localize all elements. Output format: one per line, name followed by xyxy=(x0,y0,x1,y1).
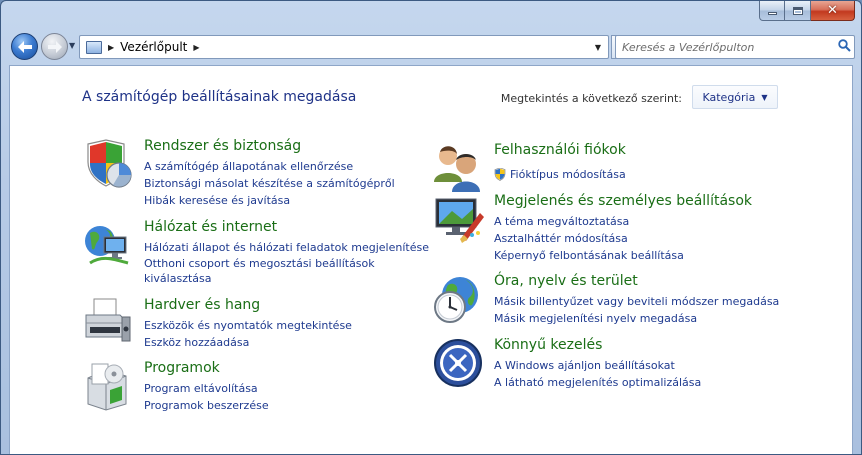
task-link[interactable]: Másik billentyűzet vagy beviteli módszer… xyxy=(494,293,779,310)
breadcrumb-control-panel[interactable]: Vezérlőpult xyxy=(120,40,187,54)
category-appearance: Megjelenés és személyes beállítások A té… xyxy=(432,193,832,263)
category-links: A számítógép állapotának ellenőrzése Biz… xyxy=(144,158,395,209)
category-title[interactable]: Hardver és hang xyxy=(144,297,260,313)
chevron-down-icon: ▼ xyxy=(761,92,768,102)
programs-box-icon xyxy=(87,363,127,411)
category-title[interactable]: Könnyű kezelés xyxy=(494,337,602,353)
task-link[interactable]: Másik megjelenítési nyelv megadása xyxy=(494,310,779,327)
task-link[interactable]: Otthoni csoport és megosztási beállításo… xyxy=(144,256,394,286)
arrow-left-icon xyxy=(17,40,32,53)
task-link[interactable]: Hálózati állapot és hálózati feladatok m… xyxy=(144,239,429,256)
task-link[interactable]: Program eltávolítása xyxy=(144,380,269,397)
task-link[interactable]: A Windows ajánljon beállításokat xyxy=(494,357,701,374)
category-links: Másik billentyűzet vagy beviteli módszer… xyxy=(494,293,779,327)
task-link[interactable]: A téma megváltoztatása xyxy=(494,213,684,230)
category-title[interactable]: Megjelenés és személyes beállítások xyxy=(494,193,752,209)
close-button[interactable]: ✕ xyxy=(811,1,855,21)
network-globe-icon xyxy=(85,226,129,265)
address-dropdown-button[interactable]: ▼ xyxy=(588,36,608,58)
chevron-down-icon: ▼ xyxy=(69,41,76,50)
category-system-security: Rendszer és biztonság A számítógép állap… xyxy=(82,138,422,208)
search-box xyxy=(615,35,855,59)
task-link[interactable]: Eszköz hozzáadása xyxy=(144,334,352,351)
task-link[interactable]: Hibák keresése és javítása xyxy=(144,192,395,209)
task-link[interactable]: A látható megjelenítés optimalizálása xyxy=(494,374,701,391)
breadcrumb-separator-icon[interactable]: ▶ xyxy=(193,43,199,52)
category-title[interactable]: Felhasználói fiókok xyxy=(494,142,626,158)
category-links: A téma megváltoztatása Asztalháttér módo… xyxy=(494,213,684,264)
category-links: Eszközök és nyomtatók megtekintése Eszkö… xyxy=(144,317,352,351)
task-link[interactable]: Képernyő felbontásának beállítása xyxy=(494,247,684,264)
control-panel-icon xyxy=(86,40,102,54)
back-button[interactable] xyxy=(11,33,38,60)
search-input[interactable] xyxy=(622,37,834,57)
forward-button[interactable] xyxy=(41,33,68,60)
category-links: Hálózati állapot és hálózati feladatok m… xyxy=(144,239,429,286)
category-title[interactable]: Óra, nyelv és terület xyxy=(494,273,638,289)
view-by-select[interactable]: Kategória ▼ xyxy=(692,85,778,109)
arrow-right-icon xyxy=(47,40,62,53)
search-icon[interactable] xyxy=(834,38,854,56)
category-title[interactable]: Hálózat és internet xyxy=(144,219,277,235)
task-link-label: Fióktípus módosítása xyxy=(510,168,626,181)
category-clock-language-region: Óra, nyelv és terület Másik billentyűzet… xyxy=(432,273,832,333)
task-link[interactable]: A számítógép állapotának ellenőrzése xyxy=(144,158,395,175)
task-link[interactable]: Programok beszerzése xyxy=(144,397,269,414)
task-link[interactable]: Biztonsági másolat készítése a számítógé… xyxy=(144,175,395,192)
control-panel-window: ✕ ▼ ▶ Vezérlőpult ▶ ▼ Keresés a Vezérlőp… xyxy=(0,0,862,455)
category-ease-of-access: Könnyű kezelés A Windows ajánljon beállí… xyxy=(432,337,832,397)
view-by-label: Megtekintés a következő szerint: xyxy=(500,92,682,105)
category-user-accounts: Felhasználói fiókok Fióktípus módosítása xyxy=(432,142,832,192)
view-by-value: Kategória xyxy=(702,90,756,104)
page-title: A számítógép beállításainak megadása xyxy=(82,89,357,105)
clock-globe-icon xyxy=(434,277,478,323)
minimize-button[interactable] xyxy=(759,1,785,21)
category-title[interactable]: Rendszer és biztonság xyxy=(144,138,301,154)
ease-of-access-icon xyxy=(434,339,482,387)
chevron-down-icon: ▼ xyxy=(594,42,602,52)
printer-icon xyxy=(85,298,131,342)
content-panel: A számítógép beállításainak megadása Meg… xyxy=(9,65,853,454)
navigation-bar: ▼ ▶ Vezérlőpult ▶ ▼ xyxy=(7,31,855,63)
task-link[interactable]: Asztalháttér módosítása xyxy=(494,230,684,247)
maximize-button[interactable] xyxy=(785,1,811,21)
category-links: Program eltávolítása Programok beszerzés… xyxy=(144,380,269,414)
category-programs: Programok Program eltávolítása Programok… xyxy=(82,360,422,420)
category-hardware-sound: Hardver és hang Eszközök és nyomtatók me… xyxy=(82,297,422,357)
window-controls: ✕ xyxy=(759,1,855,21)
task-link[interactable]: Eszközök és nyomtatók megtekintése xyxy=(144,317,352,334)
task-link[interactable]: Fióktípus módosítása xyxy=(494,166,626,183)
monitor-paint-icon xyxy=(435,198,484,243)
uac-shield-icon xyxy=(494,168,506,181)
shield-chart-icon xyxy=(87,139,132,188)
category-network-internet: Hálózat és internet Hálózati állapot és … xyxy=(82,219,429,289)
address-bar[interactable]: ▶ Vezérlőpult ▶ ▼ xyxy=(79,35,609,59)
minimize-icon xyxy=(767,12,777,15)
users-icon xyxy=(434,146,480,192)
close-icon: ✕ xyxy=(827,3,838,18)
maximize-icon xyxy=(792,6,803,15)
category-title[interactable]: Programok xyxy=(144,360,220,376)
recent-pages-button[interactable]: ▼ xyxy=(69,42,77,50)
category-links: A Windows ajánljon beállításokat A látha… xyxy=(494,357,701,391)
category-links: Fióktípus módosítása xyxy=(494,166,626,183)
breadcrumb-separator-icon[interactable]: ▶ xyxy=(108,43,114,52)
